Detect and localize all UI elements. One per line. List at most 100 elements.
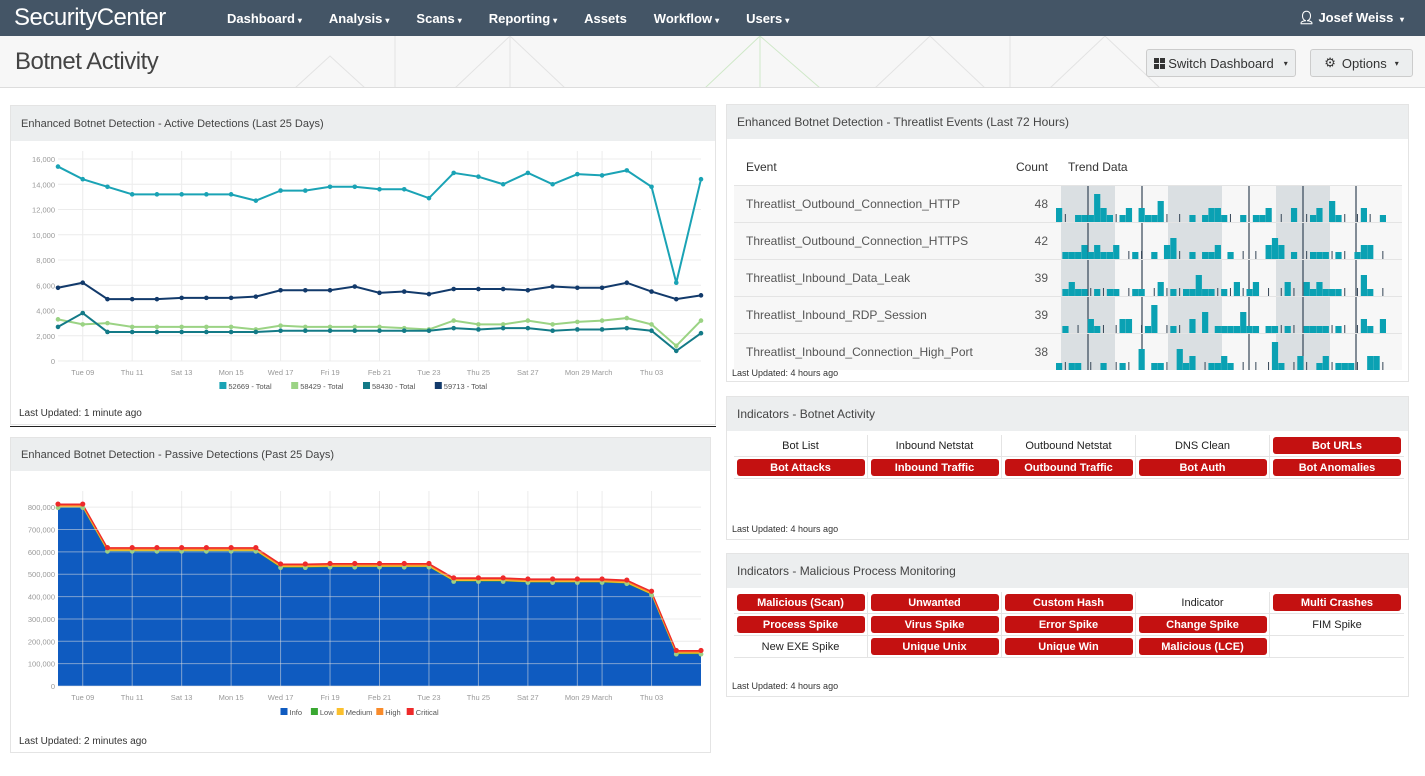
table-row[interactable]: Threatlist_Inbound_Data_Leak 39 bbox=[734, 258, 1402, 296]
indicator-inbound-netstat[interactable]: Inbound Netstat bbox=[868, 435, 1002, 457]
column-header-event[interactable]: Event bbox=[734, 149, 984, 185]
trend-bar bbox=[1367, 288, 1374, 296]
indicator-unique-win[interactable]: Unique Win bbox=[1002, 636, 1136, 658]
indicator-multi-crashes[interactable]: Multi Crashes bbox=[1270, 592, 1404, 614]
column-header-count[interactable]: Count bbox=[984, 149, 1056, 185]
indicator-new-exe-spike[interactable]: New EXE Spike bbox=[734, 636, 868, 658]
trend-bar bbox=[1100, 251, 1107, 259]
switch-dashboard-button[interactable]: Switch Dashboard ▾ bbox=[1146, 49, 1296, 77]
trend-bar bbox=[1221, 325, 1228, 333]
indicator-process-spike[interactable]: Process Spike bbox=[734, 614, 868, 636]
trend-bar bbox=[1208, 251, 1215, 259]
trend-bar bbox=[1310, 251, 1317, 259]
trend-bar bbox=[1367, 244, 1374, 259]
x-tick-label: Feb 21 bbox=[368, 693, 391, 702]
trend-bar bbox=[1271, 341, 1279, 370]
indicator-label: New EXE Spike bbox=[761, 640, 840, 653]
data-point bbox=[673, 343, 679, 349]
trend-bar bbox=[1303, 325, 1310, 333]
data-point bbox=[327, 184, 333, 190]
indicator-outbound-netstat[interactable]: Outbound Netstat bbox=[1002, 435, 1136, 457]
indicator-malicious-scan[interactable]: Malicious (Scan) bbox=[734, 592, 868, 614]
indicator-bot-auth[interactable]: Bot Auth bbox=[1136, 457, 1270, 479]
table-row[interactable]: Threatlist_Inbound_Connection_High_Port 3… bbox=[734, 332, 1402, 370]
data-point bbox=[55, 317, 61, 322]
nav-workflow[interactable]: Workflow ▾ bbox=[654, 11, 719, 26]
trend-bar bbox=[1246, 325, 1253, 333]
indicator-unique-unix[interactable]: Unique Unix bbox=[868, 636, 1002, 658]
user-icon: 👤︎ bbox=[1298, 10, 1315, 25]
trend-bar bbox=[1125, 207, 1133, 222]
x-tick-label: Feb 21 bbox=[368, 368, 391, 377]
trend-bar bbox=[1170, 237, 1177, 259]
nav-dashboard[interactable]: Dashboard ▾ bbox=[227, 11, 302, 26]
nav-label: Reporting bbox=[488, 10, 551, 26]
indicator-error-spike[interactable]: Error Spike bbox=[1002, 614, 1136, 636]
indicator-bot-attacks[interactable]: Bot Attacks bbox=[734, 457, 868, 479]
data-point bbox=[525, 170, 531, 176]
data-point bbox=[401, 289, 407, 294]
trend-bar bbox=[1138, 288, 1145, 296]
data-point bbox=[476, 327, 481, 332]
indicator-virus-spike[interactable]: Virus Spike bbox=[868, 614, 1002, 636]
indicator-indicator[interactable]: Indicator bbox=[1136, 592, 1270, 614]
data-point-critical bbox=[302, 561, 308, 567]
data-point bbox=[278, 188, 283, 193]
indicator-dns-clean[interactable]: DNS Clean bbox=[1136, 435, 1270, 457]
data-point bbox=[129, 192, 135, 197]
data-point bbox=[179, 324, 184, 330]
data-point bbox=[649, 322, 654, 327]
active-detections-chart: 0 2,000 4,000 6,000 8,000 10,000 12,000 14,000 1… bbox=[32, 151, 704, 391]
legend-swatch bbox=[219, 382, 227, 389]
trend-bar bbox=[1189, 318, 1196, 333]
indicator-alert-label: Outbound Traffic bbox=[1004, 459, 1133, 476]
data-point bbox=[698, 318, 704, 323]
top-navbar: SecurityCenter Dashboard ▾ Analysis ▾ Scans ▾… bbox=[0, 0, 1425, 36]
indicator-fim-spike[interactable]: FIM Spike bbox=[1270, 614, 1404, 636]
user-menu[interactable]: 👤︎ Josef Weiss ▾ bbox=[1298, 10, 1404, 26]
threatlist-table: Event Count Trend Data Threatlist_Outbou… bbox=[734, 149, 1402, 370]
y-tick-label: 100,000 bbox=[28, 660, 55, 669]
indicator-bot-urls[interactable]: Bot URLs bbox=[1270, 435, 1404, 457]
data-point bbox=[327, 328, 333, 333]
options-button[interactable]: ⚙ Options ▾ bbox=[1310, 49, 1413, 77]
indicator-outbound-traffic[interactable]: Outbound Traffic bbox=[1002, 457, 1136, 479]
nav-reporting[interactable]: Reporting ▾ bbox=[489, 11, 557, 26]
data-point bbox=[698, 176, 704, 182]
table-row[interactable]: Threatlist_Outbound_Connection_HTTPS 42 bbox=[734, 221, 1402, 259]
x-tick-label: Sat 13 bbox=[171, 368, 193, 377]
indicator-unwanted[interactable]: Unwanted bbox=[868, 592, 1002, 614]
trend-bar bbox=[1068, 362, 1075, 370]
x-tick-label: Wed 17 bbox=[268, 368, 294, 377]
data-point bbox=[426, 328, 432, 333]
trend-bar bbox=[1062, 251, 1069, 259]
nav-analysis[interactable]: Analysis ▾ bbox=[329, 11, 390, 26]
data-point-critical bbox=[352, 560, 358, 567]
indicator-inbound-traffic[interactable]: Inbound Traffic bbox=[868, 457, 1002, 479]
nav-assets[interactable]: Assets bbox=[584, 11, 627, 26]
indicator-malicious-lce[interactable]: Malicious (LCE) bbox=[1136, 636, 1270, 658]
indicator-label: FIM Spike bbox=[1312, 618, 1362, 631]
data-point bbox=[105, 296, 110, 302]
indicator-change-spike[interactable]: Change Spike bbox=[1136, 614, 1270, 636]
nav-users[interactable]: Users ▾ bbox=[746, 11, 789, 26]
indicator-bot-anomalies[interactable]: Bot Anomalies bbox=[1270, 457, 1404, 479]
data-point-critical bbox=[550, 576, 556, 582]
table-row[interactable]: Threatlist_Outbound_Connection_HTTP 48 bbox=[734, 184, 1402, 222]
data-point bbox=[352, 284, 358, 289]
x-tick-label: Tue 23 bbox=[417, 368, 440, 377]
trend-bar bbox=[1151, 251, 1158, 259]
indicator-bot-list[interactable]: Bot List bbox=[734, 435, 868, 457]
brand-logo[interactable]: SecurityCenter bbox=[14, 4, 227, 32]
x-tick-label: Fri 19 bbox=[320, 368, 339, 377]
data-point bbox=[105, 184, 110, 190]
data-point bbox=[352, 184, 358, 190]
indicator-alert-label: Virus Spike bbox=[870, 616, 999, 633]
panel-title: Enhanced Botnet Detection - Threatlist E… bbox=[727, 105, 1408, 139]
nav-scans[interactable]: Scans ▾ bbox=[416, 11, 461, 26]
indicator-custom-hash[interactable]: Custom Hash bbox=[1002, 592, 1136, 614]
indicator-grid: Malicious (Scan) Unwanted Custom Hash Indic… bbox=[734, 592, 1404, 658]
table-row[interactable]: Threatlist_Inbound_RDP_Session 39 bbox=[734, 295, 1402, 333]
data-point bbox=[426, 195, 432, 201]
page-title: Botnet Activity bbox=[15, 48, 159, 75]
